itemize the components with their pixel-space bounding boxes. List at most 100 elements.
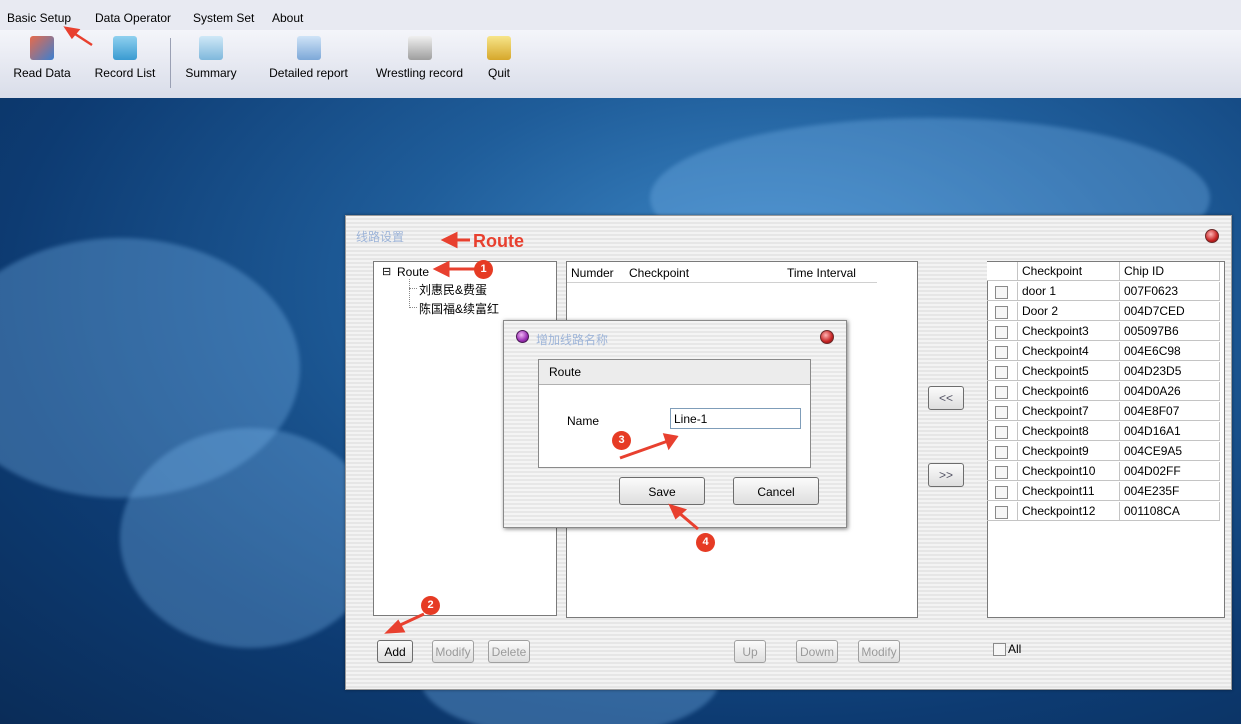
up-button[interactable]: Up (734, 640, 766, 663)
group-label: Route (549, 365, 582, 379)
tree-connector (409, 307, 417, 308)
move-left-button[interactable]: << (928, 386, 964, 410)
checkpoint-row[interactable]: Checkpoint8 004D16A1 (987, 422, 1220, 441)
checkpoint-name: Checkpoint3 (1018, 322, 1120, 341)
row-check-cell (987, 482, 1018, 501)
checkpoint-checkbox[interactable] (995, 366, 1008, 379)
select-all-label: All (1008, 642, 1022, 656)
step-badge-4: 4 (696, 533, 715, 552)
checkpoint-row[interactable]: Checkpoint12 001108CA (987, 502, 1220, 521)
modify-checkpoint-button[interactable]: Modify (858, 640, 900, 663)
checkpoint-row[interactable]: Checkpoint6 004D0A26 (987, 382, 1220, 401)
modify-route-button[interactable]: Modify (432, 640, 474, 663)
delete-route-button[interactable]: Delete (488, 640, 530, 663)
header-chip-id: Chip ID (1120, 262, 1220, 281)
checkpoint-row[interactable]: Checkpoint10 004D02FF (987, 462, 1220, 481)
checkpoint-row[interactable]: Checkpoint3 005097B6 (987, 322, 1220, 341)
checkpoint-chip-id: 004CE9A5 (1120, 442, 1220, 461)
checkpoint-checkbox[interactable] (995, 446, 1008, 459)
checkpoint-row[interactable]: door 1 007F0623 (987, 282, 1220, 301)
checkpoint-name: Checkpoint4 (1018, 342, 1120, 361)
checkpoint-row[interactable]: Checkpoint4 004E6C98 (987, 342, 1220, 361)
checkpoint-chip-id: 007F0623 (1120, 282, 1220, 301)
checkpoint-name: door 1 (1018, 282, 1120, 301)
checkpoint-chip-id: 004D16A1 (1120, 422, 1220, 441)
save-button[interactable]: Save (619, 477, 705, 505)
checkpoint-checkbox[interactable] (995, 406, 1008, 419)
checkpoint-checkbox[interactable] (995, 286, 1008, 299)
row-check-cell (987, 282, 1018, 301)
add-button[interactable]: Add (377, 640, 413, 663)
tree-connector (409, 288, 417, 289)
collapse-icon[interactable]: ⊟ (382, 265, 391, 278)
close-icon[interactable] (1205, 229, 1219, 243)
checkpoint-name: Door 2 (1018, 302, 1120, 321)
row-check-cell (987, 462, 1018, 481)
checkpoint-checkbox[interactable] (995, 346, 1008, 359)
checkpoint-name: Checkpoint6 (1018, 382, 1120, 401)
row-check-cell (987, 442, 1018, 461)
tree-item-route-1[interactable]: 刘惠民&费蛋 (419, 281, 487, 298)
checkpoint-checkbox[interactable] (995, 506, 1008, 519)
checkpoint-row[interactable]: Door 2 004D7CED (987, 302, 1220, 321)
checkpoint-name: Checkpoint11 (1018, 482, 1120, 501)
down-button[interactable]: Dowm (796, 640, 838, 663)
row-check-cell (987, 422, 1018, 441)
checkpoint-row[interactable]: Checkpoint9 004CE9A5 (987, 442, 1220, 461)
header-checkpoint: Checkpoint (1018, 262, 1120, 281)
table-header: Numder Checkpoint Time Interval (567, 262, 877, 283)
checkpoint-chip-id: 005097B6 (1120, 322, 1220, 341)
step-badge-3: 3 (612, 431, 631, 450)
route-group-header: Route (539, 360, 810, 385)
checkpoint-name: Checkpoint9 (1018, 442, 1120, 461)
grid-header: Checkpoint Chip ID (987, 262, 1220, 281)
checkpoint-name: Checkpoint5 (1018, 362, 1120, 381)
checkpoint-row[interactable]: Checkpoint11 004E235F (987, 482, 1220, 501)
checkpoint-checkbox[interactable] (995, 486, 1008, 499)
header-check-cell (987, 262, 1018, 281)
row-check-cell (987, 342, 1018, 361)
col-checkpoint: Checkpoint (629, 266, 690, 280)
checkpoint-row[interactable]: Checkpoint5 004D23D5 (987, 362, 1220, 381)
tree-item-route-2[interactable]: 陈国福&续富红 (419, 300, 499, 317)
col-number: Numder (571, 266, 614, 280)
dialog-title: 增加线路名称 (536, 333, 609, 347)
checkpoint-name: Checkpoint7 (1018, 402, 1120, 421)
row-check-cell (987, 362, 1018, 381)
checkpoint-chip-id: 004D0A26 (1120, 382, 1220, 401)
checkpoint-name: Checkpoint12 (1018, 502, 1120, 521)
move-right-button[interactable]: >> (928, 463, 964, 487)
dialog-close-icon[interactable] (820, 330, 834, 344)
checkpoint-chip-id: 004E6C98 (1120, 342, 1220, 361)
add-route-dialog: 增加线路名称 Route Name Line-1 Save Cancel (503, 320, 847, 528)
checkpoint-checkbox[interactable] (995, 306, 1008, 319)
name-label: Name (567, 414, 600, 428)
checkpoint-checkbox[interactable] (995, 466, 1008, 479)
route-name-input[interactable]: Line-1 (670, 408, 801, 429)
checkpoint-checkbox[interactable] (995, 386, 1008, 399)
route-annotation-text: Route (473, 231, 524, 251)
row-check-cell (987, 502, 1018, 521)
route-group: Route Name Line-1 (538, 359, 811, 468)
checkpoint-name: Checkpoint8 (1018, 422, 1120, 441)
checkpoint-name: Checkpoint10 (1018, 462, 1120, 481)
checkpoint-chip-id: 001108CA (1120, 502, 1220, 521)
row-check-cell (987, 382, 1018, 401)
checkpoint-chip-id: 004D02FF (1120, 462, 1220, 481)
checkpoint-chip-id: 004D7CED (1120, 302, 1220, 321)
col-time-interval: Time Interval (787, 266, 856, 280)
window-title: 线路设置 (356, 230, 405, 244)
checkpoint-chip-id: 004E235F (1120, 482, 1220, 501)
checkpoint-row[interactable]: Checkpoint7 004E8F07 (987, 402, 1220, 421)
checkpoint-checkbox[interactable] (995, 326, 1008, 339)
cancel-button[interactable]: Cancel (733, 477, 819, 505)
tree-connector (409, 279, 410, 308)
app-icon (516, 330, 529, 343)
checkpoint-checkbox[interactable] (995, 426, 1008, 439)
tree-root-route[interactable]: Route (397, 265, 429, 279)
step-badge-1: 1 (474, 260, 493, 279)
select-all-checkbox[interactable] (993, 643, 1006, 656)
checkpoint-chip-id: 004E8F07 (1120, 402, 1220, 421)
row-check-cell (987, 322, 1018, 341)
row-check-cell (987, 402, 1018, 421)
